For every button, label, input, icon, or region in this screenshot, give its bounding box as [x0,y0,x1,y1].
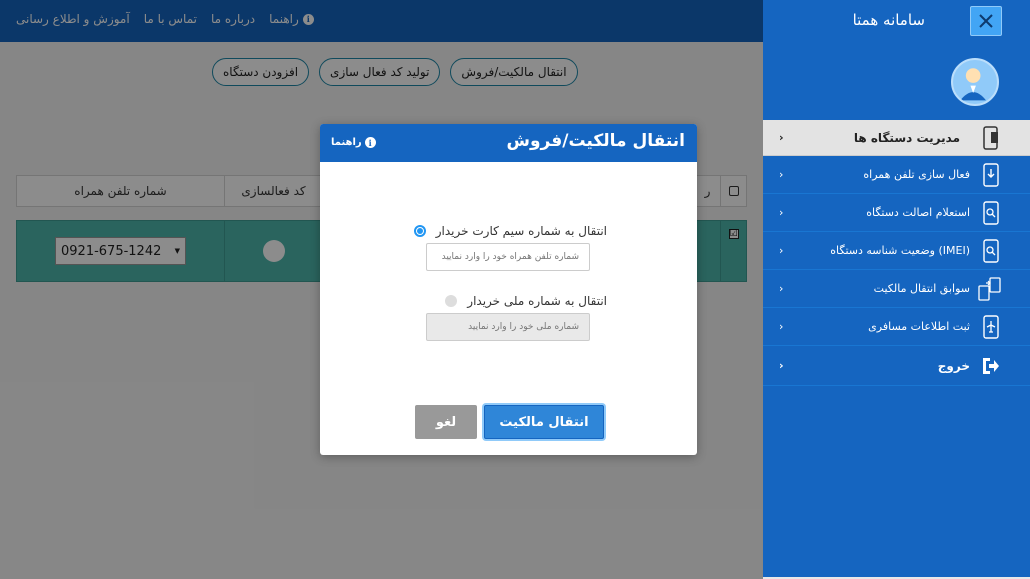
option-national-radio[interactable] [445,295,458,307]
profile-area [763,42,1030,120]
info-icon: i [364,137,376,148]
chevron-right-icon: › [779,282,784,295]
sidebar-item-label: وضعیت شناسه دستگاه (IMEI) [830,244,970,257]
chevron-right-icon: › [779,131,784,144]
sidebar-item-label: ثبت اطلاعات مسافری [868,320,970,333]
chevron-right-icon: › [779,168,784,181]
chevron-right-icon: › [779,320,784,333]
sidebar-header-label: مدیریت دستگاه ها [853,130,960,145]
user-avatar-icon [960,68,986,101]
buyer-phone-input[interactable] [426,243,590,271]
sidebar-filler [763,386,1030,577]
phone-plane-icon [983,314,999,339]
phone-search-icon [983,200,999,225]
sidebar-item-label: سوابق انتقال مالکیت [873,282,970,295]
option-sim-radio[interactable] [413,225,426,237]
sidebar-item-transfer-history[interactable]: › سوابق انتقال مالکیت [763,270,1030,308]
option-national-row[interactable]: انتقال به شماره ملی خریدار [445,294,607,308]
logout-icon [983,357,999,374]
sidebar-item-label: استعلام اصالت دستگاه [866,206,970,219]
exit-label: خروج [937,358,970,373]
sidebar-item-device-management[interactable]: › مدیریت دستگاه ها [763,120,1030,156]
sidebar-item-label: فعال سازی تلفن همراه [863,168,970,181]
phone-download-icon [983,162,999,187]
chevron-right-icon: › [779,244,784,257]
chevron-right-icon: › [779,206,784,219]
sidebar-item-activate-phone[interactable]: › فعال سازی تلفن همراه [763,156,1030,194]
close-icon [979,14,993,28]
cancel-button[interactable]: لغو [415,405,477,439]
sidebar: › مدیریت دستگاه ها › فعال سازی تلفن همرا… [763,42,1030,579]
avatar[interactable] [951,58,999,106]
modal-help-label: راهنما [331,137,362,148]
option-national-label: انتقال به شماره ملی خریدار [467,294,607,308]
submit-transfer-button[interactable]: انتقال مالکیت [484,405,604,439]
devices-icon [983,125,998,150]
sidebar-item-travel-info[interactable]: › ثبت اطلاعات مسافری [763,308,1030,346]
buyer-national-id-input [426,313,590,341]
transfer-devices-icon [978,276,1001,301]
modal-help-link[interactable]: راهنما i [331,137,376,148]
modal-header: انتقال مالکیت/فروش راهنما i [320,124,697,162]
transfer-modal: انتقال مالکیت/فروش راهنما i انتقال به شم… [320,124,697,455]
option-sim-row[interactable]: انتقال به شماره سیم کارت خریدار [413,224,607,238]
sidebar-item-imei-status[interactable]: › وضعیت شناسه دستگاه (IMEI) [763,232,1030,270]
app-title: سامانه همتا [852,11,925,29]
option-sim-label: انتقال به شماره سیم کارت خریدار [435,224,607,238]
sidebar-item-exit[interactable]: › خروج [763,346,1030,386]
sidebar-item-authenticity[interactable]: › استعلام اصالت دستگاه [763,194,1030,232]
menu-close-button[interactable] [970,6,1002,36]
modal-title: انتقال مالکیت/فروش [506,131,686,151]
chevron-right-icon: › [779,359,784,372]
phone-search-icon [983,238,999,263]
